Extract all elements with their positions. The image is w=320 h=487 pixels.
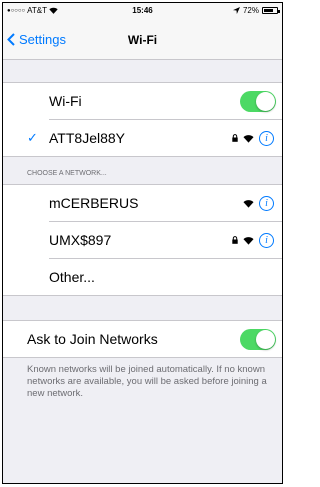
wifi-label: Wi-Fi (49, 93, 82, 109)
ask-to-join-group: Ask to Join Networks (3, 320, 282, 358)
lock-icon (232, 236, 238, 244)
network-row[interactable]: UMX$897 i (3, 222, 282, 258)
network-accessories: i (232, 130, 274, 146)
wifi-strength-icon (243, 199, 254, 208)
spacer-top (3, 60, 282, 82)
ask-to-join-row: Ask to Join Networks (3, 321, 282, 357)
network-accessories: i (232, 232, 274, 248)
lock-icon (232, 134, 238, 142)
spacer-middle (3, 296, 282, 320)
info-button[interactable]: i (259, 232, 274, 248)
info-button[interactable]: i (259, 195, 274, 211)
page-title: Wi-Fi (127, 33, 158, 47)
ask-to-join-label: Ask to Join Networks (27, 331, 158, 347)
wifi-strength-icon (243, 134, 254, 143)
wifi-strength-icon (243, 236, 254, 245)
network-name: UMX$897 (49, 232, 112, 248)
status-bar: ●○○○○ AT&T 15:46 72% (3, 3, 282, 19)
battery-fill (264, 9, 273, 12)
other-network-row[interactable]: Other... (3, 259, 282, 295)
phone-screen: ●○○○○ AT&T 15:46 72% Settings Wi-Fi Wi-F… (2, 2, 283, 484)
other-label: Other... (49, 269, 95, 285)
location-arrow-icon (232, 7, 240, 14)
section-header-networks: CHOOSE A NETWORK... (27, 170, 107, 177)
status-right: 72% (232, 6, 280, 15)
connected-network-row[interactable]: ✓ ATT8Jel88Y i (3, 120, 282, 156)
connected-network-name: ATT8Jel88Y (49, 130, 125, 146)
battery-percent: 72% (242, 6, 259, 15)
wifi-toggle-row: Wi-Fi (3, 83, 282, 119)
ask-to-join-toggle-switch[interactable] (240, 328, 276, 350)
wifi-group: Wi-Fi ✓ ATT8Jel88Y i (3, 82, 282, 157)
checkmark-icon: ✓ (27, 130, 38, 145)
toggle-knob (256, 91, 275, 111)
network-name: mCERBERUS (49, 195, 139, 211)
networks-group: mCERBERUS i UMX$897 i Other... (3, 184, 282, 296)
toggle-knob (256, 329, 275, 349)
info-button[interactable]: i (259, 130, 274, 146)
battery-icon (262, 7, 280, 14)
wifi-toggle-switch[interactable] (240, 90, 276, 112)
footer-note: Known networks will be joined automatica… (27, 364, 267, 399)
network-accessories: i (243, 195, 274, 211)
network-row[interactable]: mCERBERUS i (3, 185, 282, 221)
navigation-bar: Settings Wi-Fi (3, 19, 282, 60)
